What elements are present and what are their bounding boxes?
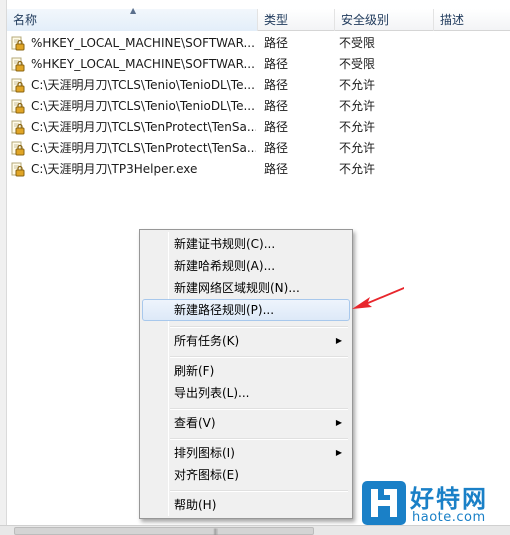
table-row[interactable]: %HKEY_LOCAL_MACHINE\SOFTWAR... 路径 不受限 [7,33,510,54]
menu-item-new-certificate-rule[interactable]: 新建证书规则(C)... [142,233,350,255]
menu-item-view[interactable]: 查看(V) ▶ [142,412,350,434]
row-security-level: 不允许 [339,99,376,113]
row-type: 路径 [264,162,289,176]
menu-item-arrange-icons-label: 排列图标(I) [174,446,235,460]
table-row[interactable]: C:\天涯明月刀\TP3Helper.exe 路径 不允许 [7,159,510,180]
submenu-arrow-icon: ▶ [335,448,342,457]
scrollbar-thumb[interactable]: ||| [14,527,314,535]
rule-rows: %HKEY_LOCAL_MACHINE\SOFTWAR... 路径 不受限 %H… [7,33,510,180]
row-type: 路径 [264,141,289,155]
menu-item-new-network-zone-rule[interactable]: 新建网络区域规则(N)... [142,277,350,299]
watermark-site-name: 好特网 [410,485,488,513]
table-row[interactable]: C:\天涯明月刀\TCLS\Tenio\TenioDL\Te... 路径 不允许 [7,96,510,117]
lock-document-icon [11,141,25,156]
row-type: 路径 [264,57,289,71]
scrollbar-grip-icon: ||| [213,528,218,535]
menu-item-align-icons[interactable]: 对齐图标(E) [142,464,350,486]
sort-ascending-icon: ▲ [130,6,137,15]
watermark-url: haote.com [412,510,486,525]
table-row[interactable]: C:\天涯明月刀\TCLS\TenProtect\TenSa... 路径 不允许 [7,117,510,138]
row-type: 路径 [264,120,289,134]
menu-separator [170,408,348,410]
row-security-level: 不允许 [339,162,376,176]
menu-separator [170,356,348,358]
menu-item-all-tasks-label: 所有任务(K) [174,334,240,348]
row-security-level: 不允许 [339,141,376,155]
menu-item-view-label: 查看(V) [174,416,216,430]
left-frame-edge [0,0,7,535]
lock-document-icon [11,120,25,135]
horizontal-scrollbar[interactable]: ||| [0,525,510,535]
row-name: C:\天涯明月刀\TCLS\TenProtect\TenSa... [31,141,256,155]
menu-separator [170,438,348,440]
table-row[interactable]: %HKEY_LOCAL_MACHINE\SOFTWAR... 路径 不受限 [7,54,510,75]
row-security-level: 不受限 [339,36,376,50]
table-row[interactable]: C:\天涯明月刀\TCLS\TenProtect\TenSa... 路径 不允许 [7,138,510,159]
row-name: C:\天涯明月刀\TP3Helper.exe [31,162,198,176]
menu-item-new-hash-rule[interactable]: 新建哈希规则(A)... [142,255,350,277]
row-name: %HKEY_LOCAL_MACHINE\SOFTWAR... [31,36,255,50]
context-menu: 新建证书规则(C)... 新建哈希规则(A)... 新建网络区域规则(N)...… [139,229,353,519]
submenu-arrow-icon: ▶ [335,418,342,427]
column-header-description[interactable]: 描述 [434,9,510,31]
column-header-name[interactable]: ▲ 名称 [7,6,258,31]
menu-item-refresh[interactable]: 刷新(F) [142,360,350,382]
lock-document-icon [11,57,25,72]
row-type: 路径 [264,78,289,92]
haote-logo-icon [362,481,406,525]
lock-document-icon [11,36,25,51]
menu-item-arrange-icons[interactable]: 排列图标(I) ▶ [142,442,350,464]
menu-separator [170,326,348,328]
menu-item-help[interactable]: 帮助(H) [142,494,350,516]
row-name: C:\天涯明月刀\TCLS\TenProtect\TenSa... [31,120,256,134]
column-header-bar: ▲ 名称 类型 安全级别 描述 [7,6,510,31]
table-row[interactable]: C:\天涯明月刀\TCLS\Tenio\TenioDL\Te... 路径 不允许 [7,75,510,96]
menu-item-export-list[interactable]: 导出列表(L)... [142,382,350,404]
lock-document-icon [11,78,25,93]
menu-item-all-tasks[interactable]: 所有任务(K) ▶ [142,330,350,352]
row-security-level: 不允许 [339,120,376,134]
row-type: 路径 [264,36,289,50]
menu-item-new-path-rule[interactable]: 新建路径规则(P)... [142,299,350,321]
menu-separator [170,490,348,492]
row-security-level: 不受限 [339,57,376,71]
row-name: C:\天涯明月刀\TCLS\Tenio\TenioDL\Te... [31,78,255,92]
row-name: %HKEY_LOCAL_MACHINE\SOFTWAR... [31,57,255,71]
red-arrow-icon [352,287,404,309]
column-header-type[interactable]: 类型 [258,9,335,31]
row-name: C:\天涯明月刀\TCLS\Tenio\TenioDL\Te... [31,99,255,113]
lock-document-icon [11,162,25,177]
row-type: 路径 [264,99,289,113]
submenu-arrow-icon: ▶ [335,336,342,345]
row-security-level: 不允许 [339,78,376,92]
column-header-security-level[interactable]: 安全级别 [335,9,434,31]
lock-document-icon [11,99,25,114]
column-header-name-label: 名称 [13,13,38,27]
